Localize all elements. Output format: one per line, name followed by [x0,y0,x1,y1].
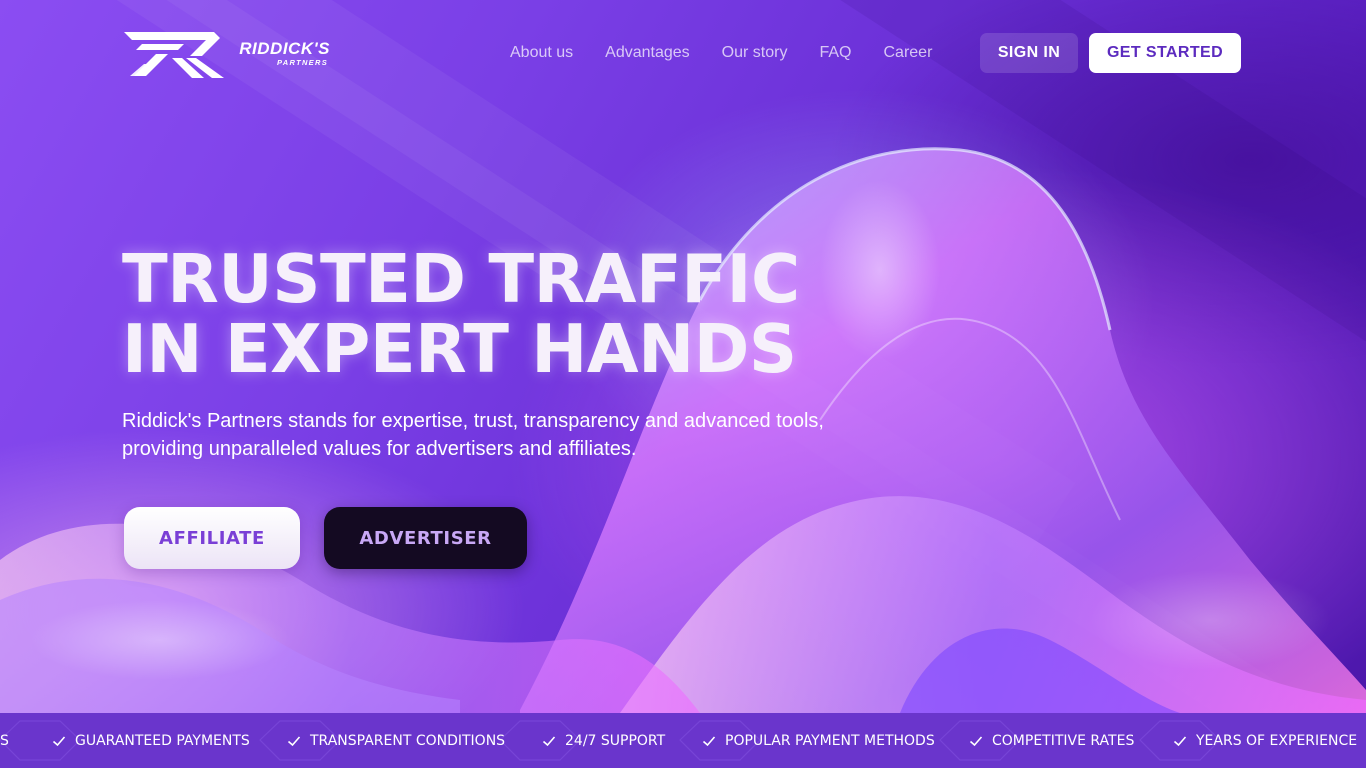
hero-title: TRUSTED TRAFFIC IN EXPERT HANDS [122,244,882,384]
brand-name: RIDDICK'S [239,39,330,58]
ticker-item-support: 24/7 SUPPORT [542,731,665,751]
hero-description-line: providing unparalleled values for advert… [122,438,637,460]
ticker-item-label: 24/7 SUPPORT [565,733,666,749]
hero-description-line: Riddick's Partners stands for expertise,… [122,410,824,432]
brand-subtitle: PARTNERS [277,58,328,67]
check-icon [52,734,66,748]
main-nav: About us Advantages Our story FAQ Career [510,43,964,63]
site-header: RIDDICK'S PARTNERS About us Advantages O… [0,0,1366,105]
check-icon [1173,734,1187,748]
brand-logo[interactable]: RIDDICK'S PARTNERS [124,32,330,78]
check-icon [287,734,301,748]
check-icon [702,734,716,748]
ticker-item-years-of-experience: YEARS OF EXPERIENCE [1173,731,1357,751]
ticker-item-popular-payment-methods: POPULAR PAYMENT METHODS [702,731,935,751]
ticker-item-partial: S [0,731,9,751]
benefits-ticker: S GUARANTEED PAYMENTS TRANSPARENT CONDIT… [0,713,1366,768]
ticker-item-label: COMPETITIVE RATES [992,733,1135,749]
ticker-item-competitive-rates: COMPETITIVE RATES [969,731,1134,751]
brand-wordmark: RIDDICK'S PARTNERS [220,39,330,68]
nav-item-our-story[interactable]: Our story [722,43,788,63]
hero-description: Riddick's Partners stands for expertise,… [122,407,882,463]
ticker-item-label: YEARS OF EXPERIENCE [1196,733,1358,749]
sign-in-button[interactable]: SIGN IN [980,33,1078,73]
nav-item-career[interactable]: Career [883,43,932,63]
check-icon [969,734,983,748]
ticker-item-label: POPULAR PAYMENT METHODS [725,733,935,749]
ticker-item-label: TRANSPARENT CONDITIONS [310,733,506,749]
ticker-item-label: GUARANTEED PAYMENTS [75,733,250,749]
advertiser-button[interactable]: ADVERTISER [324,507,527,569]
nav-item-faq[interactable]: FAQ [819,43,851,63]
check-icon [542,734,556,748]
get-started-button[interactable]: GET STARTED [1089,33,1241,73]
nav-item-advantages[interactable]: Advantages [605,43,690,63]
hero-title-line: IN EXPERT HANDS [122,310,797,388]
ticker-track: S GUARANTEED PAYMENTS TRANSPARENT CONDIT… [0,713,1366,768]
affiliate-button[interactable]: AFFILIATE [124,507,300,569]
ticker-item-guaranteed-payments: GUARANTEED PAYMENTS [52,731,250,751]
nav-item-about-us[interactable]: About us [510,43,573,63]
ticker-item-transparent-conditions: TRANSPARENT CONDITIONS [287,731,505,751]
hero-title-line: TRUSTED TRAFFIC [122,240,800,318]
ticker-item-label: S [0,733,9,749]
